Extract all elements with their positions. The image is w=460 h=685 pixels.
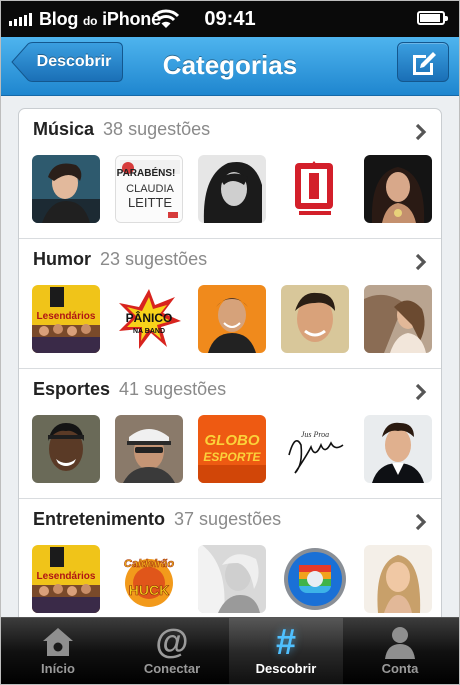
page-title: Categorias: [162, 50, 298, 80]
category-title: Música 38 sugestões: [33, 119, 210, 140]
hash-icon: #: [275, 621, 297, 662]
suggestion-avatar[interactable]: [281, 545, 349, 613]
person-icon: [385, 627, 415, 659]
compose-button[interactable]: [397, 42, 449, 82]
categories-card: Música 38 sugestões PARABÉNS! CLAUDIA LEIT…: [18, 108, 442, 617]
thumb-text: Lesendários: [37, 311, 96, 322]
at-icon: @: [155, 623, 189, 661]
category-title: Humor 23 sugestões: [33, 249, 207, 270]
suggestion-avatar[interactable]: Lesendários: [32, 285, 100, 353]
chevron-right-icon: [415, 253, 427, 271]
category-title: Entretenimento 37 sugestões: [33, 509, 281, 530]
suggestion-avatar[interactable]: [198, 155, 266, 223]
thumb-text: PARABÉNS!: [117, 166, 176, 179]
thumb-text: PÂNICO: [126, 310, 173, 325]
category-row-entretenimento[interactable]: Entretenimento 37 sugestões Lesendários …: [19, 499, 441, 617]
tab-label: Início: [41, 661, 75, 676]
category-name: Entretenimento: [33, 509, 166, 529]
tab-conta[interactable]: Conta: [343, 618, 457, 684]
suggestion-thumbnails: Lesendários Caldeirão HUCK: [32, 545, 432, 613]
status-time: 09:41: [204, 8, 256, 30]
category-row-musica[interactable]: Música 38 sugestões PARABÉNS! CLAUDIA LEIT…: [19, 109, 441, 239]
thumb-text: NA BAND: [133, 328, 165, 335]
thumb-text: CLAUDIA: [126, 183, 174, 195]
category-count: 23 sugestões: [100, 249, 208, 269]
category-count: 37 sugestões: [174, 509, 282, 529]
suggestion-thumbnails: GLOBO ESPORTE Jus Proa: [32, 415, 432, 483]
tab-label: Conectar: [143, 661, 201, 676]
suggestion-avatar[interactable]: Lesendários: [32, 545, 100, 613]
status-bar: Blog do iPhone 09:41: [1, 1, 459, 37]
suggestion-avatar[interactable]: [198, 285, 266, 353]
chevron-right-icon: [415, 513, 427, 531]
chevron-right-icon: [415, 383, 427, 401]
category-title: Esportes 41 sugestões: [33, 379, 226, 400]
suggestion-avatar[interactable]: GLOBO ESPORTE: [198, 415, 266, 483]
suggestion-avatar[interactable]: [364, 155, 432, 223]
thumb-text: LEITTE: [128, 195, 172, 210]
navigation-bar: Descobrir Categorias: [1, 37, 459, 96]
suggestion-avatar[interactable]: [364, 545, 432, 613]
category-name: Música: [33, 119, 95, 139]
thumb-text: ESPORTE: [203, 450, 261, 464]
category-count: 41 sugestões: [119, 379, 227, 399]
tab-label: Conta: [381, 661, 419, 676]
suggestion-avatar[interactable]: Jus Proa: [281, 415, 349, 483]
suggestion-avatar[interactable]: [32, 415, 100, 483]
suggestion-thumbnails: PARABÉNS! CLAUDIA LEITTE: [32, 155, 432, 223]
category-count: 38 sugestões: [103, 119, 211, 139]
tab-conectar[interactable]: @ Conectar: [115, 618, 229, 684]
category-name: Esportes: [33, 379, 111, 399]
category-row-esportes[interactable]: Esportes 41 sugestões GLOBO ESPORTE Jus …: [19, 369, 441, 499]
category-row-humor[interactable]: Humor 23 sugestões Lesendários PÂNICO NA …: [19, 239, 441, 369]
suggestion-avatar[interactable]: [281, 155, 349, 223]
tab-label: Descobrir: [255, 661, 317, 676]
compose-icon: [413, 52, 436, 75]
thumb-text: HUCK: [129, 582, 169, 598]
thumb-text: Caldeirão: [124, 558, 174, 570]
tab-bar: Início @ Conectar # Descobrir Conta: [1, 617, 459, 684]
tab-inicio[interactable]: Início: [1, 618, 115, 684]
suggestion-thumbnails: Lesendários PÂNICO NA BAND: [32, 285, 432, 353]
app-window: Blog do iPhone 09:41 Descobrir Categoria…: [0, 0, 460, 685]
suggestion-avatar[interactable]: [32, 155, 100, 223]
suggestion-avatar[interactable]: PÂNICO NA BAND: [115, 285, 183, 353]
tab-descobrir[interactable]: # Descobrir: [229, 618, 343, 684]
chevron-right-icon: [415, 123, 427, 141]
battery-icon: [417, 11, 448, 25]
thumb-text: Lesendários: [37, 571, 96, 582]
suggestion-avatar[interactable]: [364, 285, 432, 353]
suggestion-avatar[interactable]: [115, 415, 183, 483]
suggestion-avatar[interactable]: [364, 415, 432, 483]
home-icon: [43, 628, 73, 656]
suggestion-avatar[interactable]: Caldeirão HUCK: [115, 545, 183, 613]
thumb-text: GLOBO: [205, 432, 260, 449]
suggestion-avatar[interactable]: [198, 545, 266, 613]
category-name: Humor: [33, 249, 91, 269]
categories-list[interactable]: Música 38 sugestões PARABÉNS! CLAUDIA LEIT…: [1, 96, 459, 617]
thumb-text: Jus Proa: [301, 430, 329, 439]
suggestion-avatar[interactable]: PARABÉNS! CLAUDIA LEITTE: [115, 155, 183, 223]
suggestion-avatar[interactable]: [281, 285, 349, 353]
